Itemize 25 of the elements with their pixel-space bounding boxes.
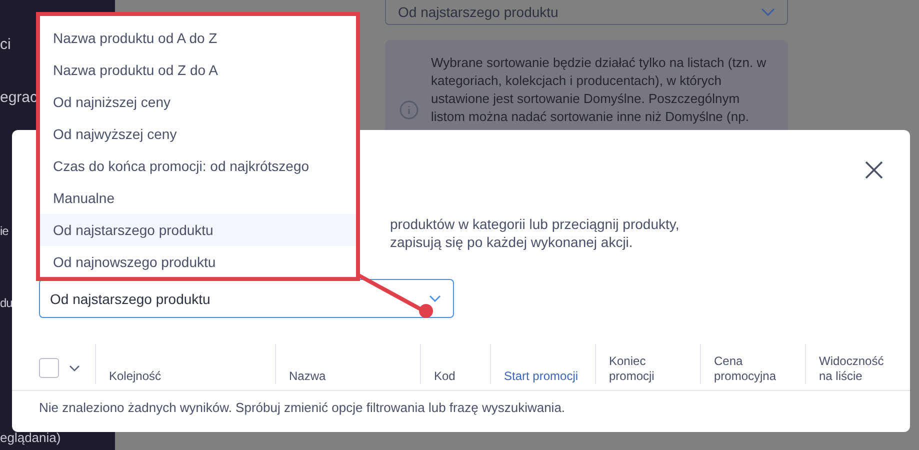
- column-header[interactable]: Koniec promocji: [609, 354, 684, 384]
- checkbox[interactable]: [39, 358, 59, 378]
- description-text: produktów w kategorii lub przeciągnij produkty, zapisują się po każdej wykonanej akcji.: [390, 215, 680, 251]
- info-text: Wybrane sortowanie będzie działać tylko na listach (tzn. w kategoriach, kolekcjach i producentach), w których ustawione jest sortowanie Domyślne. Poszczególnym listom można nadać sortowanie inne niż Domyślne (np.: [431, 54, 766, 126]
- column-header[interactable]: Start promocji: [504, 369, 578, 384]
- column-header[interactable]: Kod: [434, 369, 456, 384]
- chevron-down-icon: [761, 8, 775, 16]
- sidebar-item[interactable]: eglądania): [0, 430, 115, 445]
- column-header[interactable]: Widoczność na liście: [819, 354, 890, 384]
- close-icon[interactable]: [865, 161, 883, 179]
- dropdown-option[interactable]: Nazwa produktu od Z do A: [40, 54, 356, 86]
- dropdown-option[interactable]: Czas do końca promocji: od najkrótszego: [40, 150, 356, 182]
- chevron-down-icon[interactable]: [69, 364, 80, 372]
- chevron-down-icon: [429, 295, 441, 302]
- column-header[interactable]: Kolejność: [109, 369, 162, 384]
- dropdown-option[interactable]: Od najstarszego produktu: [40, 214, 356, 246]
- empty-message: Nie znaleziono żadnych wyników. Spróbuj zmienić opcje filtrowania lub frazę wyszukiwania.: [39, 400, 566, 415]
- dropdown-option[interactable]: Od najnowszego produktu: [40, 246, 356, 278]
- dropdown-option[interactable]: Od najwyższej ceny: [40, 118, 356, 150]
- dropdown-option[interactable]: Od najniższej ceny: [40, 86, 356, 118]
- column-header[interactable]: Cena promocyjna: [714, 354, 789, 384]
- column-header[interactable]: Nazwa: [289, 369, 326, 384]
- dropdown-option[interactable]: Nazwa produktu od A do Z: [40, 22, 356, 54]
- info-icon: [399, 100, 419, 120]
- dropdown-option[interactable]: Manualne: [40, 182, 356, 214]
